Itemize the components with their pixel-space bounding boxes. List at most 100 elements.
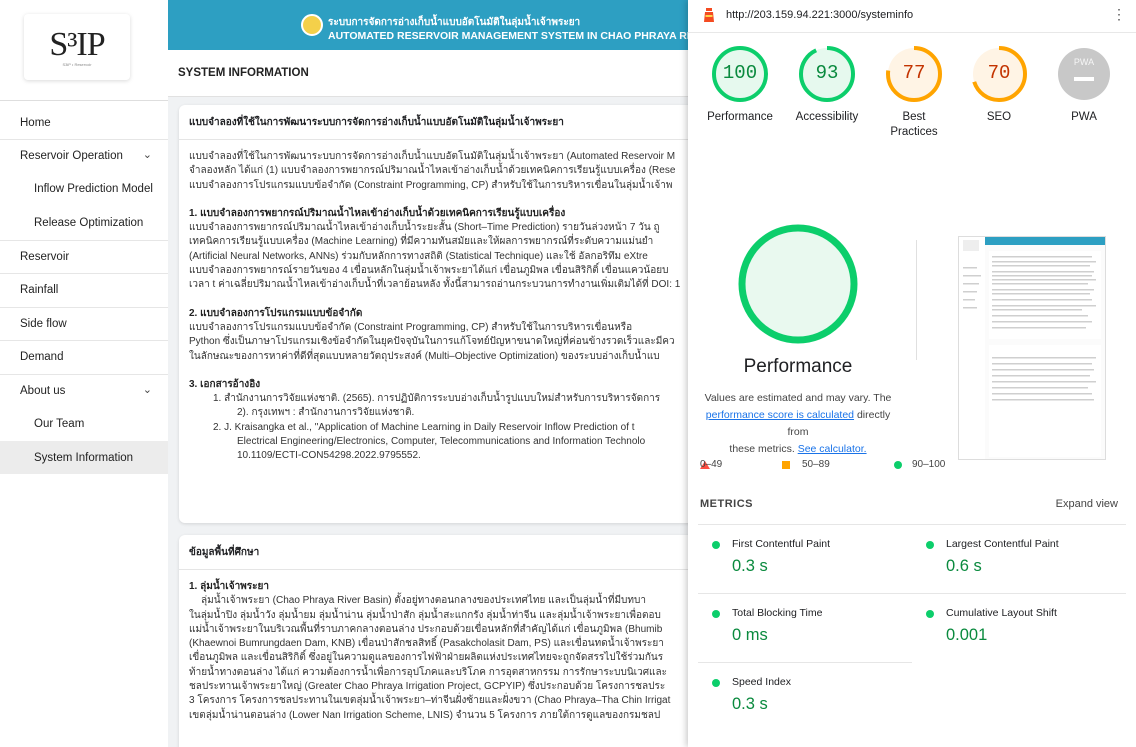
sidebar-item-reservoir-operation[interactable]: Reservoir Operation ⌄ <box>0 139 168 172</box>
paragraph-line: ในลักษณะของการหาค่าที่ดีที่สุดแบบหลายวัต… <box>189 350 660 362</box>
metric-value: 0.6 s <box>946 557 982 575</box>
model-info-card: แบบจำลองที่ใช้ในการพัฒนาระบบการจัดการอ่า… <box>179 105 700 523</box>
score-calculated-link[interactable]: performance score is calculated <box>706 409 854 421</box>
reference-line: 10.1109/ECTI-CON54298.2022.9795552. <box>237 450 421 462</box>
sidebar-item-label: Rainfall <box>20 283 59 296</box>
page-title-bar: SYSTEM INFORMATION <box>168 50 700 97</box>
card-body: 1. ลุ่มน้ำเจ้าพระยา ลุ่มน้ำเจ้าพระยา (Ch… <box>179 570 700 733</box>
section-heading: 3. เอกสารอ้างอิง <box>189 378 261 390</box>
pass-dot-icon <box>712 610 720 618</box>
report-url-bar: http://203.159.94.221:3000/systeminfo ⋮ <box>688 0 1136 33</box>
sidebar-item-inflow-prediction-model[interactable]: Inflow Prediction Model <box>0 172 168 205</box>
divider <box>916 240 917 360</box>
card-body: แบบจำลองที่ใช้ในการพัฒนาระบบการจัดการอ่า… <box>179 140 700 474</box>
expand-view-toggle[interactable]: Expand view <box>1056 498 1118 510</box>
sidebar-item-label: Side flow <box>20 317 67 330</box>
sidebar-item-our-team[interactable]: Our Team <box>0 407 168 440</box>
app-logo[interactable]: S³IP S3iP • Reservoir <box>24 14 130 80</box>
card-title: ข้อมูลพื้นที่ศึกษา <box>179 535 700 570</box>
page-title: SYSTEM INFORMATION <box>178 67 309 79</box>
header-banner: ระบบการจัดการอ่างเก็บน้ำแบบอัตโนมัติในลุ… <box>168 0 700 50</box>
paragraph-line: (Artificial Neural Networks, ANNs) ร่วมก… <box>189 250 648 262</box>
note-text: Values are estimated and may vary. The <box>704 392 892 404</box>
sidebar-item-reservoir[interactable]: Reservoir <box>0 240 168 273</box>
more-options-icon[interactable]: ⋮ <box>1112 6 1126 23</box>
paragraph-line: 3 โครงการ โครงการชลประทานในเขตลุ่มน้ำเจ้… <box>189 695 671 707</box>
paragraph-line: (Khaewnoi Bumrungdaen Dam, KNB) เขื่อนป่… <box>189 638 664 650</box>
score-gauge-best-practices[interactable]: 77 Best Practices <box>874 44 954 140</box>
score-gauge-pwa[interactable]: PWA PWA <box>1044 44 1124 125</box>
performance-big-gauge <box>738 224 858 344</box>
agency-logo-icon <box>301 14 323 36</box>
paragraph-line: เขื่อนภูมิพล และเขื่อนสิริกิติ์ ซึ่งอยู่… <box>189 652 664 664</box>
lighthouse-icon <box>704 8 714 22</box>
gauge-score-value: 100 <box>722 62 758 84</box>
sidebar-item-rainfall[interactable]: Rainfall <box>0 273 168 306</box>
pass-circle-icon <box>894 461 902 469</box>
legend-pass: 90–100 <box>912 459 946 470</box>
pwa-dash-icon <box>1074 77 1094 81</box>
gauge-ring <box>1058 48 1110 100</box>
paragraph-line: เขตลุ่มน้ำน่านตอนล่าง (Lower Nan Irrigat… <box>189 709 661 721</box>
reference-item: 1. สำนักงานการวิจัยแห่งชาติ. (2565). การ… <box>213 393 661 405</box>
gauge-label: SEO <box>986 111 1012 123</box>
gauge-score-value: 70 <box>987 62 1011 84</box>
pass-dot-icon <box>926 541 934 549</box>
average-square-icon <box>782 461 790 469</box>
sidebar: S³IP S3iP • Reservoir Home Reservoir Ope… <box>0 0 169 747</box>
section-heading: 2. แบบจำลองการโปรแกรมแบบข้อจำกัด <box>189 307 363 319</box>
score-gauge-accessibility[interactable]: 93 Accessibility <box>787 44 867 125</box>
score-gauge-seo[interactable]: 70 SEO <box>959 44 1039 125</box>
sidebar-item-label: Home <box>20 116 51 129</box>
metric-name: Total Blocking Time <box>732 607 823 619</box>
sidebar-item-label: About us <box>20 384 66 397</box>
sidebar-item-demand[interactable]: Demand <box>0 340 168 373</box>
sidebar-item-label: Our Team <box>34 417 85 430</box>
metric-name: Cumulative Layout Shift <box>946 607 1057 619</box>
performance-note: Values are estimated and may vary. The p… <box>698 390 898 458</box>
section-heading: 1. ลุ่มน้ำเจ้าพระยา <box>189 581 269 592</box>
metric-value: 0 ms <box>732 626 768 644</box>
see-calculator-link[interactable]: See calculator. <box>798 443 867 455</box>
paragraph-line: เทคนิคการเรียนรู้แบบเครื่อง (Machine Lea… <box>189 236 654 248</box>
sidebar-item-label: Inflow Prediction Model <box>34 182 153 195</box>
card-title: แบบจำลองที่ใช้ในการพัฒนาระบบการจัดการอ่า… <box>179 105 700 140</box>
pass-dot-icon <box>712 679 720 687</box>
study-area-card: ข้อมูลพื้นที่ศึกษา 1. ลุ่มน้ำเจ้าพระยา ล… <box>179 535 700 747</box>
report-url: http://203.159.94.221:3000/systeminfo <box>726 9 914 21</box>
metric-first-contentful-paint: First Contentful Paint 0.3 s <box>698 524 912 593</box>
metric-cumulative-layout-shift: Cumulative Layout Shift 0.001 <box>912 593 1126 662</box>
chevron-down-icon: ⌄ <box>142 149 152 161</box>
gauge-score-value: 77 <box>902 62 926 84</box>
sidebar-item-release-optimization[interactable]: Release Optimization <box>0 206 168 239</box>
reference-line: Electrical Engineering/Electronics, Comp… <box>237 436 646 448</box>
page-screenshot-thumbnail[interactable] <box>958 236 1106 460</box>
paragraph-line: แบบจำลองการโปรแกรมแบบข้อจำกัด (Constrain… <box>189 179 673 191</box>
paragraph-line: แบบจำลองการโปรแกรมแบบข้อจำกัด (Constrain… <box>189 321 633 333</box>
gauge-score-value: 93 <box>815 62 839 84</box>
paragraph-line: แบบจำลองที่ใช้ในการพัฒนาระบบการจัดการอ่า… <box>189 151 676 162</box>
sidebar-item-home[interactable]: Home <box>0 106 168 139</box>
sidebar-item-about-us[interactable]: About us ⌄ <box>0 374 168 407</box>
metric-name: Largest Contentful Paint <box>946 538 1059 550</box>
gauge-label: PWA <box>1071 111 1097 123</box>
sidebar-item-label: Reservoir <box>20 250 70 263</box>
paragraph-line: Python ซึ่งเป็นภาษาโปรแกรมเชิงข้อจำกัดใน… <box>189 336 675 348</box>
sidebar-item-system-information[interactable]: System Information <box>0 441 168 474</box>
sidebar-item-side-flow[interactable]: Side flow <box>0 307 168 340</box>
metric-name: First Contentful Paint <box>732 538 831 550</box>
divider <box>0 100 168 101</box>
banner-title-english: AUTOMATED RESERVOIR MANAGEMENT SYSTEM IN… <box>328 30 700 42</box>
legend-average: 50–89 <box>802 459 830 470</box>
paragraph-line: เวลา t ค่าเฉลี่ยปริมาณน้ำไหลเข้าอ่างเก็บ… <box>189 279 681 291</box>
reference-line: 2). กรุงเทพฯ : สำนักงานการวิจัยแห่งชาติ. <box>237 407 415 419</box>
lighthouse-report: http://203.159.94.221:3000/systeminfo ⋮ … <box>688 0 1136 747</box>
sidebar-item-label: System Information <box>34 451 134 464</box>
gauge-label: Accessibility <box>795 111 859 123</box>
score-gauge-performance[interactable]: 100 Performance <box>700 44 780 125</box>
performance-heading: Performance <box>743 356 853 377</box>
banner-title-thai: ระบบการจัดการอ่างเก็บน้ำแบบอัตโนมัติในลุ… <box>328 17 581 28</box>
metric-largest-contentful-paint: Largest Contentful Paint 0.6 s <box>912 524 1126 593</box>
paragraph-line: แบบจำลองการพยากรณ์รายวันของ 4 เขื่อนหลัก… <box>189 265 669 277</box>
metric-speed-index: Speed Index 0.3 s <box>698 662 912 731</box>
